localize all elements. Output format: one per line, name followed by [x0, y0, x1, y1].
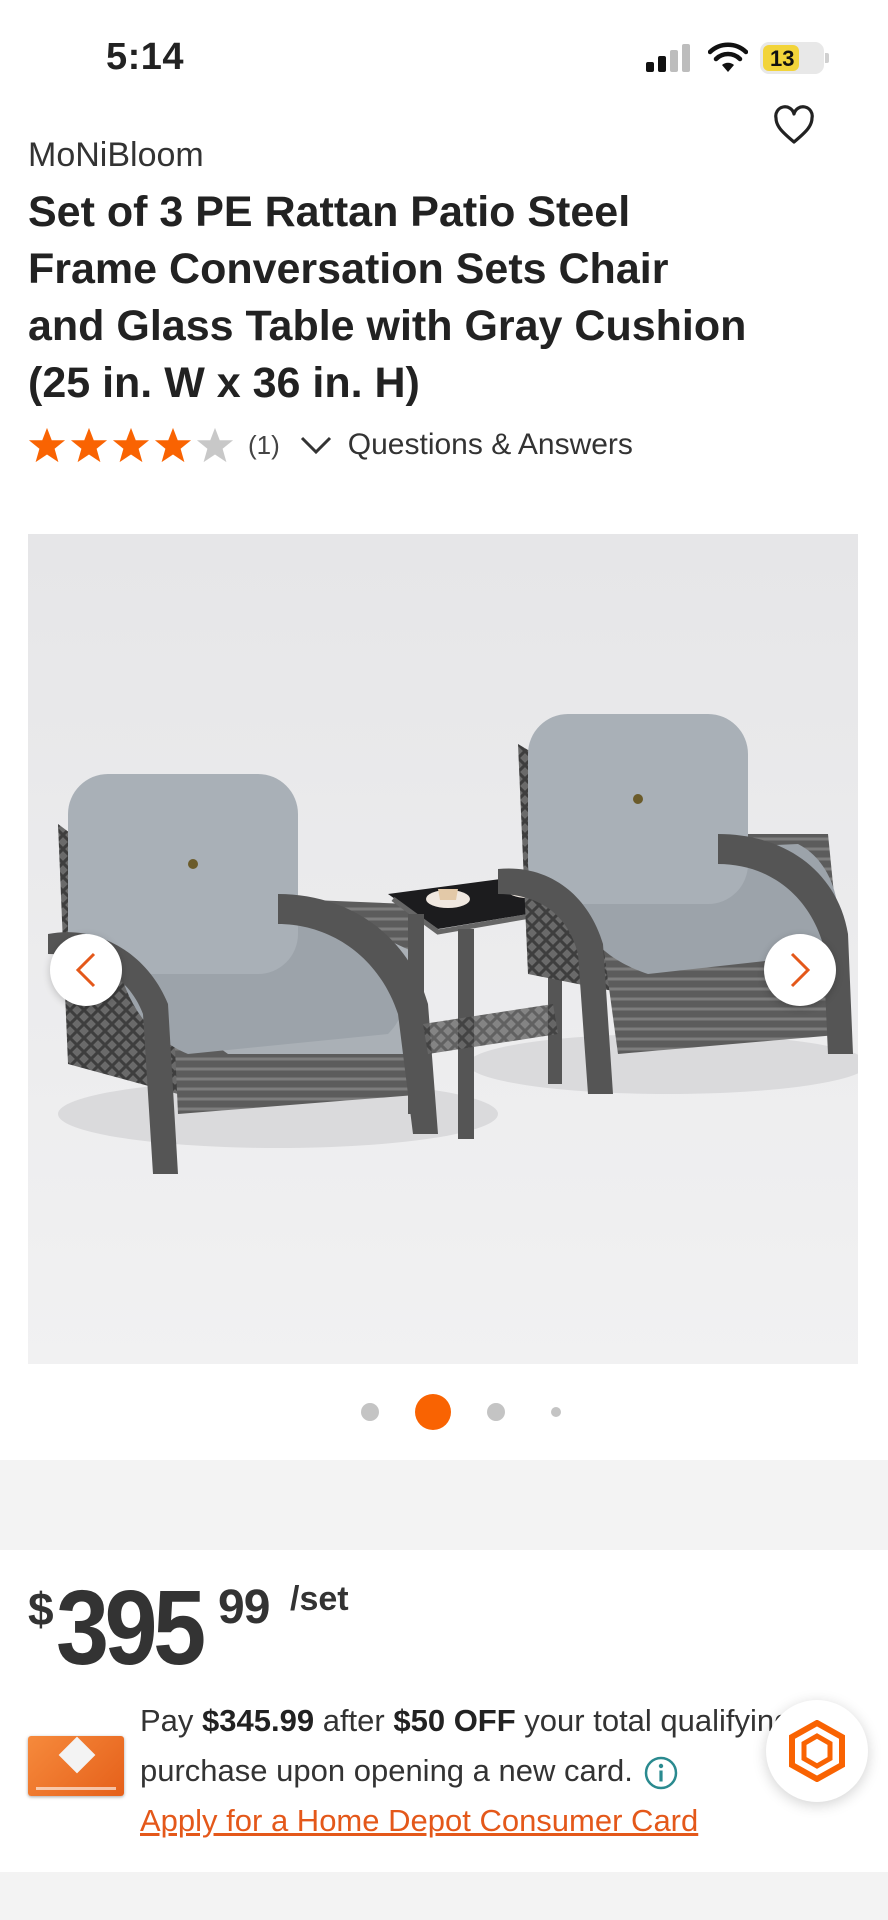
promo-discount-price: $345.99 — [202, 1703, 315, 1738]
star-filled-icon — [28, 427, 66, 463]
gallery-pagination — [0, 1390, 888, 1434]
pagination-dot[interactable] — [361, 1403, 379, 1421]
previous-image-button[interactable] — [50, 934, 122, 1006]
price-unit: /set — [290, 1580, 349, 1618]
battery-level: 13 — [770, 46, 795, 71]
review-count[interactable]: (1) — [248, 430, 280, 461]
brand-link[interactable]: MoNiBloom — [28, 136, 204, 175]
promo-off-amount: $50 OFF — [393, 1703, 516, 1738]
promo-after-text: after — [314, 1703, 394, 1738]
next-image-button[interactable] — [764, 934, 836, 1006]
chevron-right-icon — [790, 952, 811, 988]
cellular-signal-icon — [646, 44, 692, 72]
status-time: 5:14 — [106, 36, 185, 78]
apply-card-link[interactable]: Apply for a Home Depot Consumer Card — [140, 1803, 698, 1838]
rating-row: (1) Questions & Answers — [28, 422, 848, 468]
promo-total-text: your total qualifying — [515, 1703, 792, 1738]
pagination-dot[interactable] — [487, 1403, 505, 1421]
price-currency: $ — [28, 1583, 54, 1635]
status-bar: 5:14 13 — [0, 0, 888, 110]
pagination-dot[interactable] — [415, 1394, 451, 1430]
hexagon-help-icon — [789, 1720, 845, 1782]
heart-outline-icon[interactable] — [772, 104, 816, 148]
credit-card-image — [28, 1736, 124, 1796]
promo-line2: purchase upon opening a new card. — [140, 1753, 633, 1788]
price-cents: 99 — [218, 1581, 270, 1634]
wifi-icon — [708, 42, 748, 72]
star-rating[interactable] — [28, 426, 234, 464]
product-title: Set of 3 PE Rattan Patio Steel Frame Con… — [28, 188, 747, 407]
product-image[interactable] — [28, 534, 858, 1364]
chevron-down-icon[interactable] — [298, 431, 334, 459]
pagination-dot[interactable] — [551, 1407, 561, 1417]
help-chat-button[interactable] — [766, 1700, 868, 1802]
star-filled-icon — [154, 427, 192, 463]
star-filled-icon — [70, 427, 108, 463]
promo-pay-text: Pay — [140, 1703, 203, 1738]
bottom-divider — [0, 1872, 888, 1920]
info-circle-icon[interactable] — [643, 1755, 679, 1791]
chevron-left-icon — [75, 952, 96, 988]
questions-answers-link[interactable]: Questions & Answers — [348, 428, 633, 462]
star-filled-icon — [112, 427, 150, 463]
price-dollars: 395 — [56, 1569, 206, 1687]
star-empty-icon — [196, 427, 234, 463]
patio-set-illustration — [28, 534, 858, 1364]
card-promo: Pay $345.99 after $50 OFF your total qua… — [140, 1696, 840, 1846]
battery-icon: 13 — [760, 42, 829, 74]
section-divider — [0, 1460, 888, 1550]
